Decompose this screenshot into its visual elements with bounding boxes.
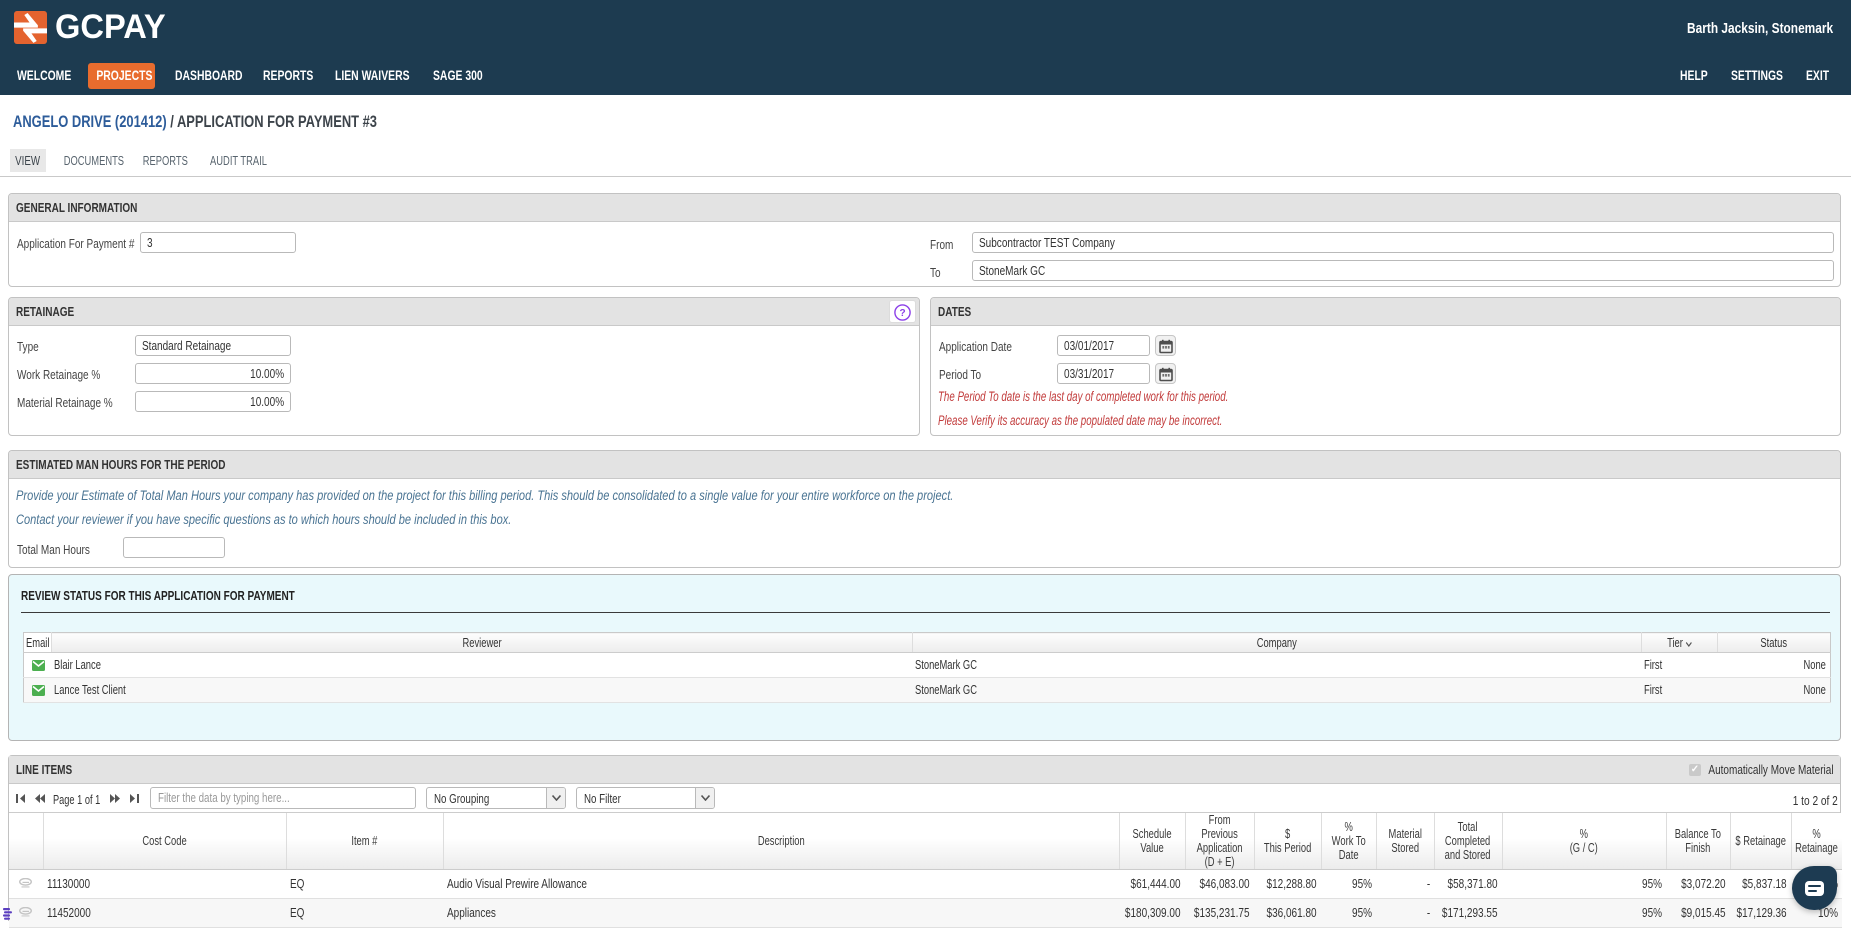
svg-text:?: ? xyxy=(899,308,905,319)
